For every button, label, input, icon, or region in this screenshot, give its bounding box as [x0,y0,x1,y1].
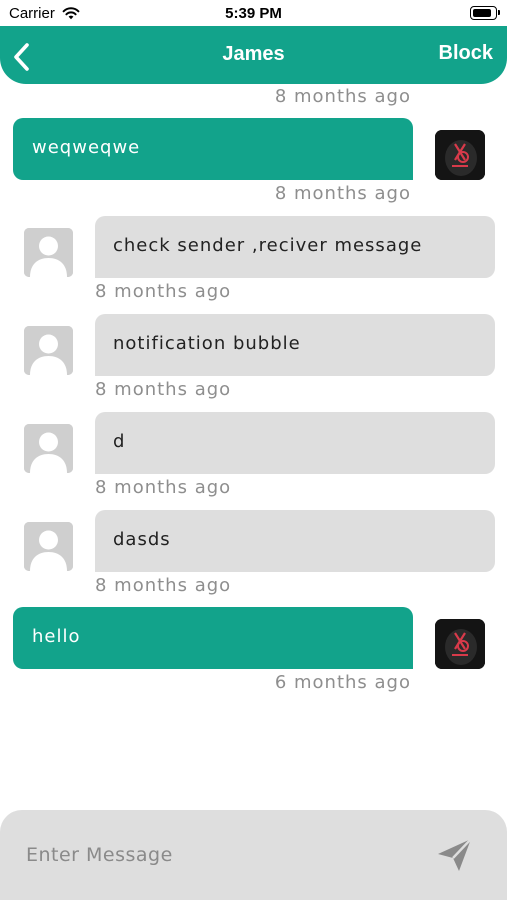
battery-icon [470,6,500,20]
received-message-bubble[interactable]: check sender ,reciver message [95,216,495,278]
message-timestamp: 8 months ago [95,575,232,596]
self-avatar [435,130,485,180]
message-timestamp: 8 months ago [95,379,232,400]
send-button[interactable] [433,835,475,875]
back-button[interactable] [8,40,38,72]
chat-title: James [222,43,285,65]
message-input[interactable] [14,830,414,880]
clock: 5:39 PM [225,5,282,22]
message-timestamp: 8 months ago [274,86,411,107]
received-message-bubble[interactable]: notification bubble [95,314,495,376]
battery-level [473,9,491,17]
profile-photo-icon [435,619,485,669]
contact-avatar [24,424,73,473]
message-timestamp: 8 months ago [274,183,411,204]
chat-header: James Block [0,26,507,84]
profile-photo-icon [435,130,485,180]
message-timestamp: 6 months ago [274,672,411,693]
self-avatar [435,619,485,669]
message-timestamp: 8 months ago [95,477,232,498]
block-button[interactable]: Block [439,42,493,65]
contact-avatar [24,228,73,277]
user-placeholder-icon [24,522,73,571]
user-placeholder-icon [24,228,73,277]
contact-avatar [24,522,73,571]
received-message-bubble[interactable]: dasds [95,510,495,572]
send-icon [438,838,472,871]
user-placeholder-icon [24,424,73,473]
sent-message-bubble[interactable]: weqweqwe [13,118,413,180]
message-timestamp: 8 months ago [95,281,232,302]
received-message-bubble[interactable]: d [95,412,495,474]
user-placeholder-icon [24,326,73,375]
message-list[interactable]: 8 months ago weqweqwe 8 months ago check… [0,84,507,810]
status-bar: Carrier 5:39 PM [0,0,507,28]
chevron-left-icon [14,43,29,71]
sent-message-bubble[interactable]: hello [13,607,413,669]
message-composer [0,810,507,900]
contact-avatar [24,326,73,375]
